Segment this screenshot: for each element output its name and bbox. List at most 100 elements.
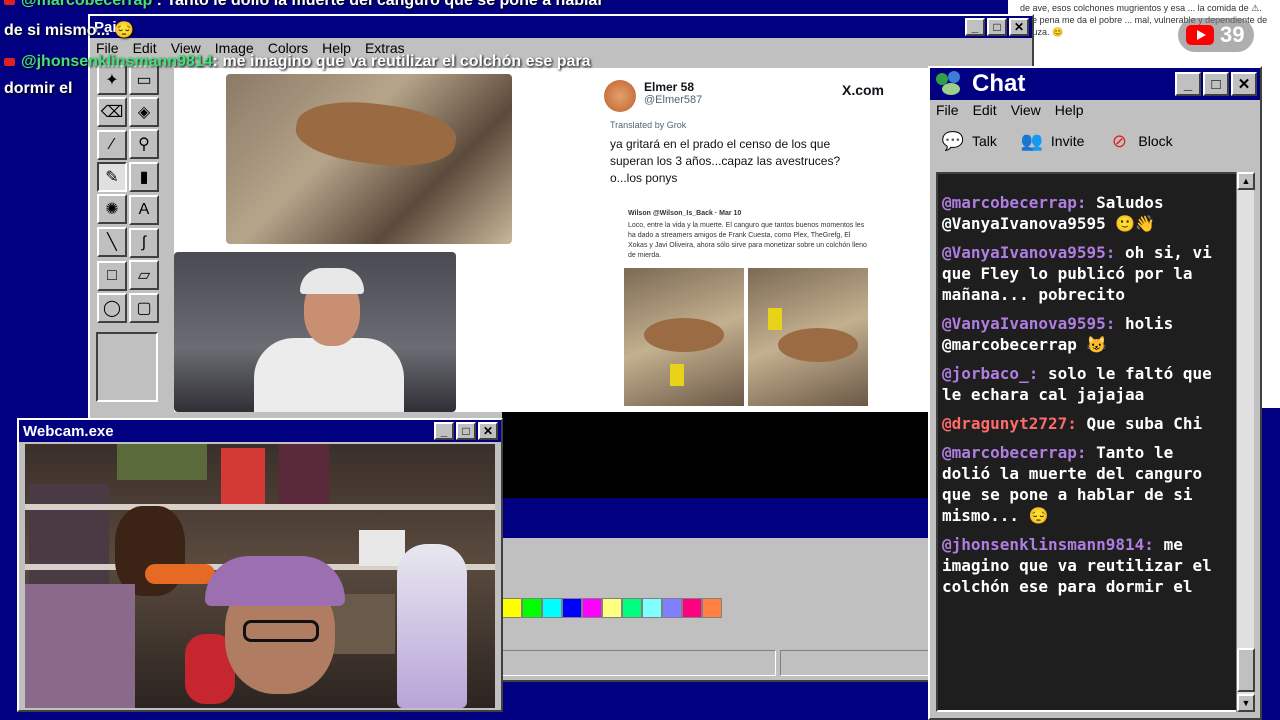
tool-options-box[interactable] bbox=[96, 332, 158, 402]
chat-window[interactable]: Chat _ □ ✕ File Edit View Help 💬 Talk 👥 In… bbox=[928, 66, 1262, 720]
chat-username: @VanyaIvanova9595: bbox=[942, 243, 1116, 262]
color-swatch[interactable] bbox=[502, 598, 522, 618]
maximize-button[interactable]: □ bbox=[1203, 72, 1229, 96]
webcam-title: Webcam.exe bbox=[23, 422, 114, 440]
chat-username: @marcobecerrap: bbox=[942, 443, 1087, 462]
pencil-icon[interactable]: ✎ bbox=[97, 162, 127, 192]
paint-titlebar[interactable]: Paint _ □ ✕ bbox=[90, 16, 1032, 38]
close-button[interactable]: ✕ bbox=[1231, 72, 1257, 96]
color-swatch[interactable] bbox=[542, 598, 562, 618]
paint-canvas[interactable]: Elmer 58 @Elmer587 X.com Translated by G… bbox=[174, 68, 1014, 412]
status-cell bbox=[502, 650, 776, 676]
menu-edit[interactable]: Edit bbox=[973, 102, 997, 118]
youtube-icon bbox=[4, 57, 15, 66]
color-swatch[interactable] bbox=[562, 598, 582, 618]
chat-message: @VanyaIvanova9595: oh si, vi que Fley lo… bbox=[942, 242, 1230, 305]
color-swatch[interactable] bbox=[702, 598, 722, 618]
curve-icon[interactable]: ∫ bbox=[129, 228, 159, 258]
scroll-down-icon[interactable]: ▼ bbox=[1237, 694, 1255, 712]
chat-text: Que suba Chi bbox=[1086, 414, 1203, 433]
minimize-button[interactable]: _ bbox=[434, 422, 454, 440]
paint-toolbox: ✦ ▭ ⌫ ◈ ⁄ ⚲ ✎ ▮ ✺ A ╲ ∫ □ ▱ ◯ ▢ bbox=[96, 64, 166, 402]
quoted-tweet[interactable]: Wilson @Wilson_Is_Back · Mar 10 Loco, en… bbox=[628, 210, 868, 261]
menu-view[interactable]: View bbox=[1011, 102, 1041, 118]
overlay-chat-line: @marcobecerrap : Tanto le dolió la muert… bbox=[4, 0, 604, 10]
overlay-username: @jhonsenklinsmann9814 bbox=[21, 53, 213, 70]
menu-file[interactable]: File bbox=[936, 102, 959, 118]
chat-username: @jorbaco_: bbox=[942, 364, 1039, 383]
overlay-message: Tanto le dolió la muerte del canguro que… bbox=[166, 0, 604, 9]
overlay-username: @marcobecerrap bbox=[21, 0, 153, 9]
airbrush-icon[interactable]: ✺ bbox=[97, 194, 127, 224]
x-logo: X.com bbox=[841, 82, 884, 98]
chat-toolbar: 💬 Talk 👥 Invite ⊘ Block bbox=[930, 120, 1260, 162]
scroll-thumb[interactable] bbox=[1237, 648, 1255, 692]
scroll-up-icon[interactable]: ▲ bbox=[1237, 172, 1255, 190]
overlay-message: dormir el bbox=[4, 80, 73, 97]
chat-menubar: File Edit View Help bbox=[930, 100, 1260, 120]
color-swatch[interactable] bbox=[662, 598, 682, 618]
avatar bbox=[604, 80, 636, 112]
color-swatch[interactable] bbox=[622, 598, 642, 618]
color-swatch[interactable] bbox=[642, 598, 662, 618]
streamer-camera-feed bbox=[174, 252, 456, 412]
webcam-window[interactable]: Webcam.exe _ □ ✕ bbox=[17, 418, 503, 712]
color-swatch[interactable] bbox=[682, 598, 702, 618]
rounded-rect-icon[interactable]: ▢ bbox=[129, 293, 159, 323]
kangaroo-photo bbox=[226, 74, 512, 244]
youtube-viewer-badge: 39 bbox=[1178, 18, 1254, 52]
quoted-photo bbox=[748, 268, 868, 406]
tweet-handle: @Elmer587 bbox=[644, 94, 703, 106]
chat-username: @VanyaIvanova9595: bbox=[942, 314, 1116, 333]
color-palette bbox=[502, 598, 722, 618]
youtube-icon bbox=[4, 0, 15, 5]
quoted-tweet-header: Wilson @Wilson_Is_Back · Mar 10 bbox=[628, 210, 742, 217]
chat-log[interactable]: @marcobecerrap: Saludos @VanyaIvanova959… bbox=[936, 172, 1238, 712]
eraser-icon[interactable]: ⌫ bbox=[97, 97, 127, 127]
menu-help[interactable]: Help bbox=[1055, 102, 1084, 118]
chat-username: @dragunyt2727: bbox=[942, 414, 1077, 433]
block-button[interactable]: ⊘ Block bbox=[1106, 130, 1173, 152]
polygon-icon[interactable]: ▱ bbox=[129, 260, 159, 290]
color-swatch[interactable] bbox=[522, 598, 542, 618]
overlay-message: de si mismo... 😔 bbox=[4, 22, 135, 39]
chat-scrollbar[interactable]: ▲ ▼ bbox=[1236, 172, 1255, 712]
talk-icon: 💬 bbox=[941, 130, 965, 151]
color-swatch[interactable] bbox=[602, 598, 622, 618]
fill-icon[interactable]: ◈ bbox=[129, 97, 159, 127]
minimize-button[interactable]: _ bbox=[1175, 72, 1201, 96]
translated-label: Translated by Grok bbox=[610, 120, 687, 130]
chat-titlebar[interactable]: Chat _ □ ✕ bbox=[930, 68, 1260, 100]
invite-button[interactable]: 👥 Invite bbox=[1019, 130, 1085, 152]
quoted-tweet-text: Loco, entre la vida y la muerte. El cang… bbox=[628, 222, 867, 259]
color-swatch[interactable] bbox=[582, 598, 602, 618]
overlay-chat-line: @jhonsenklinsmann9814: me imagino que va… bbox=[4, 53, 591, 71]
text-icon[interactable]: A bbox=[129, 195, 159, 225]
webcam-feed bbox=[25, 444, 495, 708]
chat-title: Chat bbox=[972, 70, 1026, 97]
chat-message: @jhonsenklinsmann9814: me imagino que va… bbox=[942, 534, 1230, 597]
overlay-chat-line: de si mismo... 😔 bbox=[4, 20, 134, 40]
webcam-titlebar[interactable]: Webcam.exe _ □ ✕ bbox=[19, 420, 501, 442]
close-button[interactable]: ✕ bbox=[1009, 18, 1029, 36]
magnifier-icon[interactable]: ⚲ bbox=[129, 129, 159, 159]
close-button[interactable]: ✕ bbox=[478, 422, 498, 440]
youtube-icon bbox=[1186, 25, 1214, 45]
chat-message: @jorbaco_: solo le faltó que le echara c… bbox=[942, 363, 1230, 405]
rectangle-icon[interactable]: □ bbox=[97, 261, 127, 291]
chat-message: @VanyaIvanova9595: holis @marcobecerrap … bbox=[942, 313, 1230, 355]
chat-username: @jhonsenklinsmann9814: bbox=[942, 535, 1154, 554]
ellipse-icon[interactable]: ◯ bbox=[97, 293, 127, 323]
line-icon[interactable]: ╲ bbox=[97, 227, 127, 257]
talk-button[interactable]: 💬 Talk bbox=[940, 130, 997, 152]
picker-icon[interactable]: ⁄ bbox=[97, 130, 127, 160]
brush-icon[interactable]: ▮ bbox=[129, 162, 159, 192]
maximize-button[interactable]: □ bbox=[456, 422, 476, 440]
chat-username: @marcobecerrap: bbox=[942, 193, 1087, 212]
people-icon bbox=[936, 71, 966, 97]
background-webpage-strip bbox=[1262, 66, 1280, 408]
invite-icon: 👥 bbox=[1020, 130, 1044, 151]
overlay-message: : me imagino que va reutilizar el colchó… bbox=[212, 53, 591, 70]
minimize-button[interactable]: _ bbox=[965, 18, 985, 36]
maximize-button[interactable]: □ bbox=[987, 18, 1007, 36]
